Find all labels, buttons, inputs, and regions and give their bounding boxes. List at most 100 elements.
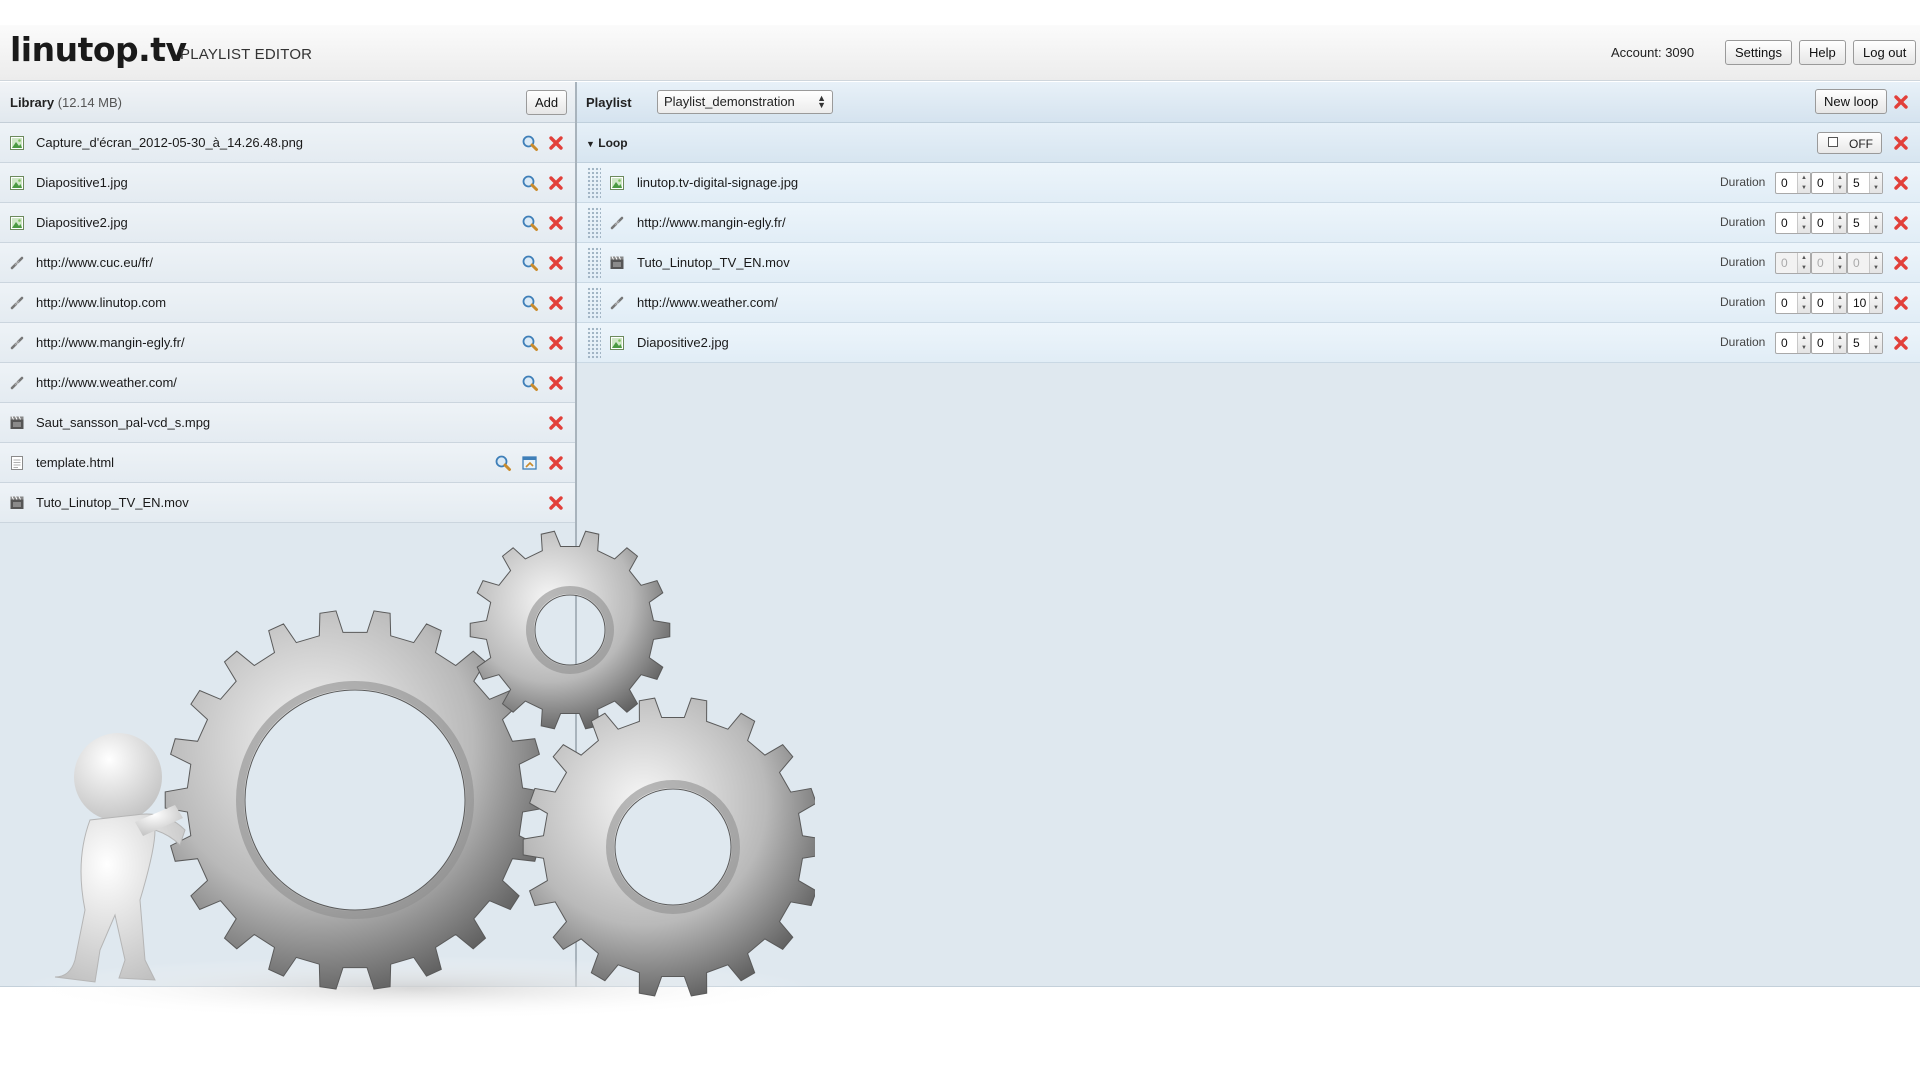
stepper-up-icon[interactable]: ▲ <box>1834 213 1846 223</box>
drag-handle-icon[interactable] <box>587 287 601 319</box>
delete-loop-icon[interactable] <box>1892 134 1910 152</box>
stepper-down-icon[interactable]: ▼ <box>1798 263 1810 273</box>
new-loop-button[interactable]: New loop <box>1815 89 1888 114</box>
stepper-up-icon[interactable]: ▲ <box>1870 213 1882 223</box>
stepper-down-icon[interactable]: ▼ <box>1870 223 1882 233</box>
stepper-down-icon[interactable]: ▼ <box>1870 343 1882 353</box>
playlist-item[interactable]: linutop.tv-digital-signage.jpg Duration 0 ▲… <box>577 163 1920 203</box>
delete-item-icon[interactable] <box>547 414 565 432</box>
stepper-up-icon[interactable]: ▲ <box>1834 293 1846 303</box>
stepper-down-icon[interactable]: ▼ <box>1834 263 1846 273</box>
drag-handle-icon[interactable] <box>587 167 601 199</box>
stepper-up-icon[interactable]: ▲ <box>1870 173 1882 183</box>
stepper-down-icon[interactable]: ▼ <box>1834 303 1846 313</box>
stepper-up-icon[interactable]: ▲ <box>1870 293 1882 303</box>
stepper-arrows[interactable]: ▲ ▼ <box>1797 293 1810 313</box>
library-item[interactable]: Diapositive2.jpg <box>0 203 575 243</box>
hours-stepper[interactable]: 0 ▲ ▼ <box>1775 332 1811 354</box>
stepper-arrows[interactable]: ▲ ▼ <box>1797 333 1810 353</box>
stepper-down-icon[interactable]: ▼ <box>1834 343 1846 353</box>
stepper-arrows[interactable]: ▲ ▼ <box>1869 173 1882 193</box>
library-item[interactable]: Diapositive1.jpg <box>0 163 575 203</box>
seconds-stepper[interactable]: 5 ▲ ▼ <box>1847 212 1883 234</box>
library-item[interactable]: Tuto_Linutop_TV_EN.mov <box>0 483 575 523</box>
stepper-down-icon[interactable]: ▼ <box>1870 183 1882 193</box>
stepper-down-icon[interactable]: ▼ <box>1798 183 1810 193</box>
stepper-arrows[interactable]: ▲ ▼ <box>1869 213 1882 233</box>
hours-stepper[interactable]: 0 ▲ ▼ <box>1775 172 1811 194</box>
seconds-stepper[interactable]: 5 ▲ ▼ <box>1847 332 1883 354</box>
logout-button[interactable]: Log out <box>1853 40 1917 65</box>
library-item[interactable]: template.html <box>0 443 575 483</box>
stepper-arrows[interactable]: ▲ ▼ <box>1869 293 1882 313</box>
delete-item-icon[interactable] <box>547 374 565 392</box>
stepper-arrows[interactable]: ▲ ▼ <box>1833 253 1846 273</box>
drag-handle-icon[interactable] <box>587 207 601 239</box>
stepper-down-icon[interactable]: ▼ <box>1798 343 1810 353</box>
stepper-arrows[interactable]: ▲ ▼ <box>1797 173 1810 193</box>
stepper-up-icon[interactable]: ▲ <box>1798 173 1810 183</box>
minutes-stepper[interactable]: 0 ▲ ▼ <box>1811 212 1847 234</box>
stepper-down-icon[interactable]: ▼ <box>1798 223 1810 233</box>
stepper-up-icon[interactable]: ▲ <box>1870 333 1882 343</box>
playlist-select[interactable]: Playlist_demonstration ▲ ▼ <box>657 90 833 114</box>
delete-item-icon[interactable] <box>547 334 565 352</box>
preview-magnifier-icon[interactable] <box>521 134 539 152</box>
delete-item-icon[interactable] <box>1892 254 1910 272</box>
stepper-up-icon[interactable]: ▲ <box>1798 333 1810 343</box>
library-item[interactable]: http://www.mangin-egly.fr/ <box>0 323 575 363</box>
stepper-up-icon[interactable]: ▲ <box>1798 293 1810 303</box>
minutes-stepper[interactable]: 0 ▲ ▼ <box>1811 172 1847 194</box>
stepper-up-icon[interactable]: ▲ <box>1834 253 1846 263</box>
delete-item-icon[interactable] <box>1892 294 1910 312</box>
delete-item-icon[interactable] <box>1892 214 1910 232</box>
stepper-down-icon[interactable]: ▼ <box>1870 303 1882 313</box>
seconds-stepper[interactable]: 0 ▲ ▼ <box>1847 252 1883 274</box>
playlist-item[interactable]: http://www.mangin-egly.fr/Duration 0 ▲ ▼ 0 ▲ ▼… <box>577 203 1920 243</box>
settings-button[interactable]: Settings <box>1725 40 1792 65</box>
stepper-arrows[interactable]: ▲ ▼ <box>1869 333 1882 353</box>
drag-handle-icon[interactable] <box>587 327 601 359</box>
delete-item-icon[interactable] <box>547 134 565 152</box>
stepper-down-icon[interactable]: ▼ <box>1870 263 1882 273</box>
stepper-up-icon[interactable]: ▲ <box>1834 173 1846 183</box>
delete-item-icon[interactable] <box>1892 174 1910 192</box>
minutes-stepper[interactable]: 0 ▲ ▼ <box>1811 292 1847 314</box>
stepper-up-icon[interactable]: ▲ <box>1834 333 1846 343</box>
stepper-arrows[interactable]: ▲ ▼ <box>1833 213 1846 233</box>
preview-magnifier-icon[interactable] <box>521 174 539 192</box>
seconds-stepper[interactable]: 10 ▲ ▼ <box>1847 292 1883 314</box>
delete-item-icon[interactable] <box>547 494 565 512</box>
stepper-down-icon[interactable]: ▼ <box>1834 223 1846 233</box>
library-item[interactable]: Capture_d'écran_2012-05-30_à_14.26.48.pn… <box>0 123 575 163</box>
loop-title[interactable]: ▼ Loop <box>586 136 628 150</box>
hours-stepper[interactable]: 0 ▲ ▼ <box>1775 252 1811 274</box>
delete-playlist-icon[interactable] <box>1892 93 1910 111</box>
preview-magnifier-icon[interactable] <box>521 334 539 352</box>
library-item[interactable]: http://www.linutop.com <box>0 283 575 323</box>
delete-item-icon[interactable] <box>547 294 565 312</box>
stepper-arrows[interactable]: ▲ ▼ <box>1833 173 1846 193</box>
library-item[interactable]: http://www.cuc.eu/fr/ <box>0 243 575 283</box>
seconds-stepper[interactable]: 5 ▲ ▼ <box>1847 172 1883 194</box>
drag-handle-icon[interactable] <box>587 247 601 279</box>
stepper-up-icon[interactable]: ▲ <box>1798 253 1810 263</box>
loop-toggle[interactable]: OFF <box>1817 132 1882 154</box>
stepper-arrows[interactable]: ▲ ▼ <box>1833 333 1846 353</box>
delete-item-icon[interactable] <box>1892 334 1910 352</box>
preview-magnifier-icon[interactable] <box>494 454 512 472</box>
stepper-arrows[interactable]: ▲ ▼ <box>1833 293 1846 313</box>
stepper-up-icon[interactable]: ▲ <box>1870 253 1882 263</box>
delete-item-icon[interactable] <box>547 254 565 272</box>
stepper-down-icon[interactable]: ▼ <box>1834 183 1846 193</box>
hours-stepper[interactable]: 0 ▲ ▼ <box>1775 212 1811 234</box>
stepper-up-icon[interactable]: ▲ <box>1798 213 1810 223</box>
playlist-item[interactable]: http://www.weather.com/Duration 0 ▲ ▼ 0 ▲ ▼ 10 ▲… <box>577 283 1920 323</box>
preview-magnifier-icon[interactable] <box>521 374 539 392</box>
library-item[interactable]: http://www.weather.com/ <box>0 363 575 403</box>
minutes-stepper[interactable]: 0 ▲ ▼ <box>1811 332 1847 354</box>
stepper-down-icon[interactable]: ▼ <box>1798 303 1810 313</box>
preview-magnifier-icon[interactable] <box>521 254 539 272</box>
preview-magnifier-icon[interactable] <box>521 294 539 312</box>
minutes-stepper[interactable]: 0 ▲ ▼ <box>1811 252 1847 274</box>
